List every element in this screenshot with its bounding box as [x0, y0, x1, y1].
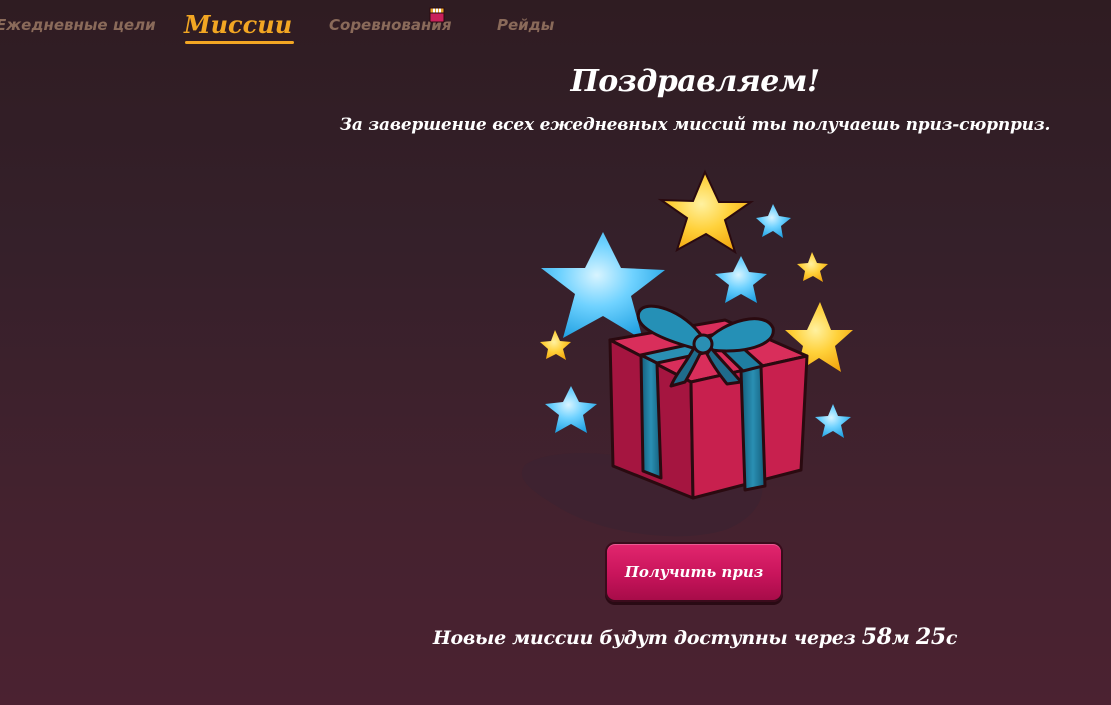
- top-navigation: Ежедневные цели Миссии Соревнования Рейд…: [0, 0, 1111, 50]
- star-blue-mid: [715, 256, 767, 303]
- tab-missions-label: Миссии: [184, 10, 293, 39]
- gift-box: [608, 304, 809, 500]
- star-gold-small-right: [797, 252, 828, 282]
- congrats-title: Поздравляем!: [570, 64, 820, 99]
- star-blue-small-top: [756, 204, 791, 238]
- treasure-chest-icon: [429, 7, 445, 23]
- claim-prize-button[interactable]: Получить приз: [605, 542, 783, 602]
- timer-seconds-unit: с: [945, 627, 958, 649]
- star-blue-right: [815, 404, 851, 438]
- timer-minutes: 58: [861, 624, 892, 650]
- star-gold-top: [657, 169, 755, 255]
- gift-box-illustration: [521, 169, 853, 537]
- star-blue-left: [545, 386, 597, 433]
- timer-minutes-unit: м: [891, 627, 910, 649]
- active-tab-underline: [185, 41, 295, 44]
- next-missions-timer: Новые миссии будут доступны через 58м 25…: [0, 624, 1111, 650]
- tab-raids[interactable]: Рейды: [497, 16, 554, 34]
- timer-prefix: Новые миссии будут доступны через: [432, 627, 856, 649]
- congrats-subtitle: За завершение всех ежедневных миссий ты …: [339, 115, 1051, 135]
- timer-seconds: 25: [915, 624, 946, 650]
- tab-daily-goals[interactable]: Ежедневные цели: [0, 16, 156, 34]
- tab-missions[interactable]: Миссии: [184, 10, 295, 44]
